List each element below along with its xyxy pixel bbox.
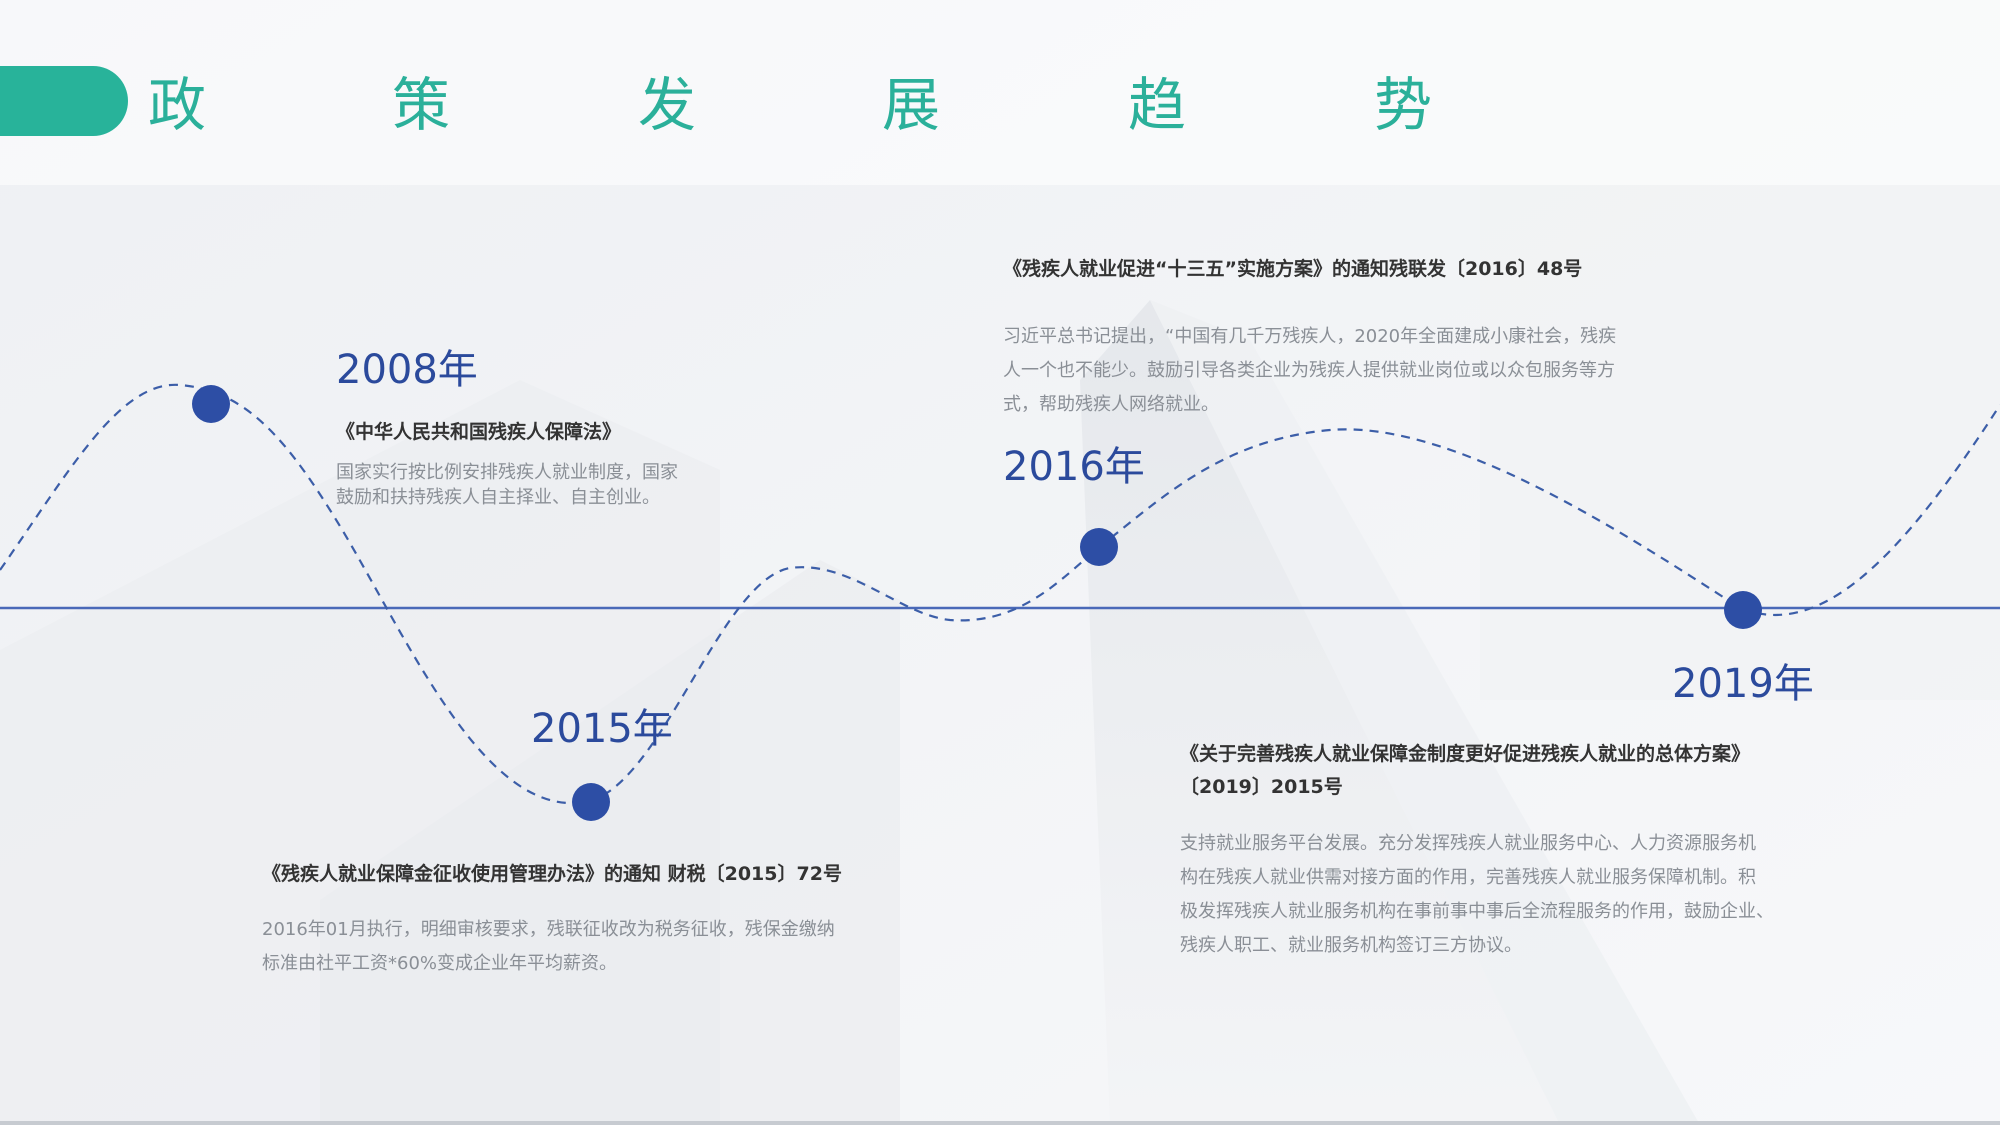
policy-body-line: 标准由社平工资*60%变成企业年平均薪资。 — [262, 953, 618, 974]
policy-body-line: 2016年01月执行，明细审核要求，残联征收改为税务征收，残保金缴纳 — [262, 919, 835, 940]
milestone-dot-2008 — [192, 385, 230, 423]
policy-heading-2008: 《中华人民共和国残疾人保障法》 — [336, 421, 622, 443]
policy-heading-2019-line2: 〔2019〕2015号 — [1180, 776, 1343, 798]
year-2016: 2016年 — [1003, 444, 1145, 490]
policy-heading-2019-line1: 《关于完善残疾人就业保障金制度更好促进残疾人就业的总体方案》 — [1180, 743, 1751, 765]
year-2019: 2019年 — [1672, 661, 1814, 707]
policy-body-line: 残疾人职工、就业服务机构签订三方协议。 — [1180, 935, 1522, 956]
policy-body-line: 支持就业服务平台发展。充分发挥残疾人就业服务中心、人力资源服务机 — [1180, 833, 1756, 854]
policy-heading-2016: 《残疾人就业促进“十三五”实施方案》的通知残联发〔2016〕48号 — [1003, 258, 1583, 280]
milestone-dot-2016 — [1080, 528, 1118, 566]
year-2008: 2008年 — [336, 347, 478, 393]
policy-body-line: 国家实行按比例安排残疾人就业制度，国家 — [336, 462, 678, 483]
policy-body-2008: 国家实行按比例安排残疾人就业制度，国家 鼓励和扶持残疾人自主择业、自主创业。 — [336, 460, 678, 510]
year-2015: 2015年 — [531, 706, 673, 752]
bottom-divider — [0, 1121, 2000, 1125]
policy-body-2016: 习近平总书记提出，“中国有几千万残疾人，2020年全面建成小康社会，残疾 人一个… — [1003, 320, 1616, 422]
policy-body-line: 构在残疾人就业供需对接方面的作用，完善残疾人就业服务保障机制。积 — [1180, 867, 1756, 888]
milestone-dot-2015 — [572, 783, 610, 821]
policy-body-line: 人一个也不能少。鼓励引导各类企业为残疾人提供就业岗位或以众包服务等方 — [1003, 360, 1615, 381]
policy-heading-2015: 《残疾人就业保障金征收使用管理办法》的通知 财税〔2015〕72号 — [262, 863, 842, 885]
policy-body-line: 极发挥残疾人就业服务机构在事前事中事后全流程服务的作用，鼓励企业、 — [1180, 901, 1774, 922]
policy-body-line: 式，帮助残疾人网络就业。 — [1003, 394, 1219, 415]
milestone-dot-2019 — [1724, 591, 1762, 629]
policy-body-2019: 支持就业服务平台发展。充分发挥残疾人就业服务中心、人力资源服务机 构在残疾人就业… — [1180, 827, 1774, 963]
policy-body-line: 习近平总书记提出，“中国有几千万残疾人，2020年全面建成小康社会，残疾 — [1003, 326, 1617, 347]
policy-body-2015: 2016年01月执行，明细审核要求，残联征收改为税务征收，残保金缴纳 标准由社平… — [262, 913, 835, 981]
policy-body-line: 鼓励和扶持残疾人自主择业、自主创业。 — [336, 487, 660, 508]
